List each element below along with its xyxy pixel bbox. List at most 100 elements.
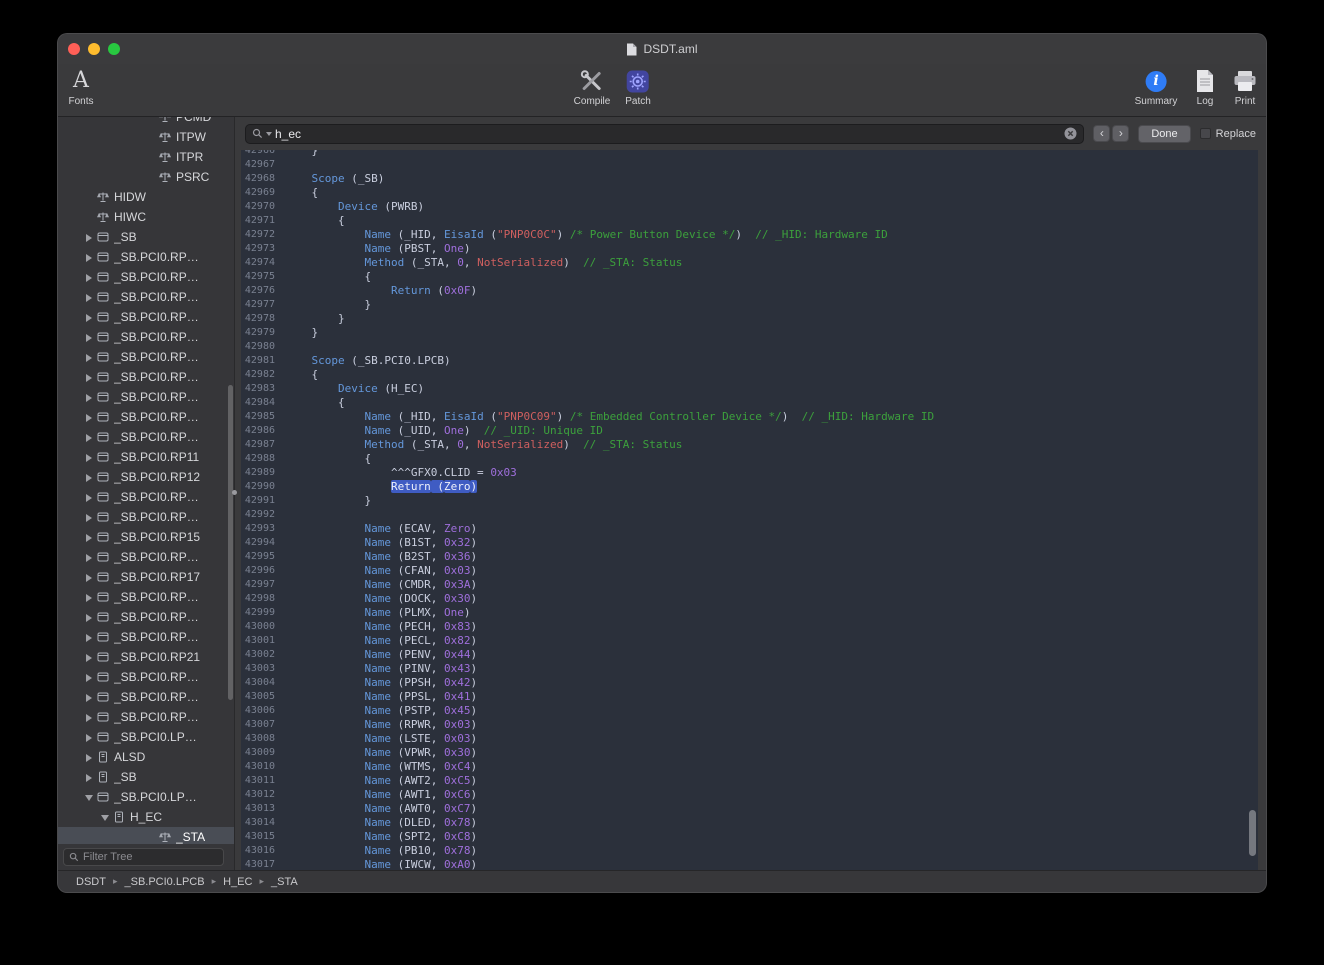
chevron-right-icon[interactable]	[84, 532, 95, 543]
sidebar-item--sb-pci0-rp15[interactable]: _SB.PCI0.RP15	[58, 527, 234, 547]
sidebar-item--sb-pci0-rp-[interactable]: _SB.PCI0.RP…	[58, 507, 234, 527]
code-line-42990[interactable]: 42990 Return (Zero)	[241, 480, 1258, 494]
sidebar-item-hidw[interactable]: HIDW	[58, 187, 234, 207]
pane-splitter[interactable]	[234, 117, 235, 870]
replace-toggle[interactable]: Replace	[1200, 128, 1256, 140]
sidebar-item--sb-pci0-rp-[interactable]: _SB.PCI0.RP…	[58, 687, 234, 707]
code-line-42985[interactable]: 42985 Name (_HID, EisaId ("PNP0C09") /* …	[241, 410, 1258, 424]
code-line-43015[interactable]: 43015 Name (SPT2, 0xC8)	[241, 830, 1258, 844]
sidebar-item--sb-pci0-rp-[interactable]: _SB.PCI0.RP…	[58, 707, 234, 727]
code-line-43005[interactable]: 43005 Name (PPSL, 0x41)	[241, 690, 1258, 704]
code-line-42993[interactable]: 42993 Name (ECAV, Zero)	[241, 522, 1258, 536]
code-line-42980[interactable]: 42980	[241, 340, 1258, 354]
code-line-42972[interactable]: 42972 Name (_HID, EisaId ("PNP0C0C") /* …	[241, 228, 1258, 242]
chevron-right-icon[interactable]	[84, 652, 95, 663]
breadcrumb-item[interactable]: _SB.PCI0.LPCB	[124, 876, 204, 888]
chevron-right-icon[interactable]	[84, 692, 95, 703]
code-line-42987[interactable]: 42987 Method (_STA, 0, NotSerialized) //…	[241, 438, 1258, 452]
code-line-42966[interactable]: 42966 }	[241, 150, 1258, 158]
code-line-43017[interactable]: 43017 Name (IWCW, 0xA0)	[241, 858, 1258, 870]
sidebar-item-pcmd[interactable]: PCMD	[58, 117, 234, 127]
code-line-43000[interactable]: 43000 Name (PECH, 0x83)	[241, 620, 1258, 634]
chevron-down-icon[interactable]	[100, 812, 111, 823]
sidebar-item--sb-pci0-rp-[interactable]: _SB.PCI0.RP…	[58, 367, 234, 387]
breadcrumb-item[interactable]: _STA	[271, 876, 298, 888]
filter-tree-input[interactable]	[83, 851, 218, 863]
code-line-42968[interactable]: 42968 Scope (_SB)	[241, 172, 1258, 186]
close-button[interactable]	[68, 43, 80, 55]
sidebar-item--sb-pci0-rp-[interactable]: _SB.PCI0.RP…	[58, 267, 234, 287]
find-previous-button[interactable]: ‹	[1093, 125, 1110, 142]
chevron-right-icon[interactable]	[84, 332, 95, 343]
code-line-42979[interactable]: 42979 }	[241, 326, 1258, 340]
sidebar-item--sb-pci0-rp12[interactable]: _SB.PCI0.RP12	[58, 467, 234, 487]
print-button[interactable]: Print	[1233, 67, 1257, 107]
editor-scrollbar[interactable]	[1249, 810, 1256, 856]
sidebar-item--sb-pci0-rp-[interactable]: _SB.PCI0.RP…	[58, 407, 234, 427]
code-line-43002[interactable]: 43002 Name (PENV, 0x44)	[241, 648, 1258, 662]
code-line-43009[interactable]: 43009 Name (VPWR, 0x30)	[241, 746, 1258, 760]
chevron-right-icon[interactable]	[84, 292, 95, 303]
chevron-right-icon[interactable]	[84, 672, 95, 683]
chevron-right-icon[interactable]	[84, 752, 95, 763]
code-line-42978[interactable]: 42978 }	[241, 312, 1258, 326]
chevron-right-icon[interactable]	[84, 372, 95, 383]
sidebar-item-psrc[interactable]: PSRC	[58, 167, 234, 187]
code-line-42994[interactable]: 42994 Name (B1ST, 0x32)	[241, 536, 1258, 550]
code-editor[interactable]: 42966 }4296742968 Scope (_SB)42969 {4297…	[241, 150, 1258, 870]
code-line-42975[interactable]: 42975 {	[241, 270, 1258, 284]
sidebar-item-hiwc[interactable]: HIWC	[58, 207, 234, 227]
code-line-42981[interactable]: 42981 Scope (_SB.PCI0.LPCB)	[241, 354, 1258, 368]
chevron-right-icon[interactable]	[84, 392, 95, 403]
breadcrumb-item[interactable]: H_EC	[223, 876, 252, 888]
chevron-right-icon[interactable]	[84, 612, 95, 623]
chevron-right-icon[interactable]	[84, 572, 95, 583]
chevron-right-icon[interactable]	[84, 252, 95, 263]
code-line-42977[interactable]: 42977 }	[241, 298, 1258, 312]
sidebar-item-h-ec[interactable]: H_EC	[58, 807, 234, 827]
code-line-42997[interactable]: 42997 Name (CMDR, 0x3A)	[241, 578, 1258, 592]
code-line-43014[interactable]: 43014 Name (DLED, 0x78)	[241, 816, 1258, 830]
chevron-right-icon[interactable]	[84, 412, 95, 423]
code-line-43006[interactable]: 43006 Name (PSTP, 0x45)	[241, 704, 1258, 718]
code-line-43012[interactable]: 43012 Name (AWT1, 0xC6)	[241, 788, 1258, 802]
code-line-42999[interactable]: 42999 Name (PLMX, One)	[241, 606, 1258, 620]
sidebar-item--sb[interactable]: _SB	[58, 227, 234, 247]
splitter-handle[interactable]	[232, 490, 237, 495]
replace-checkbox[interactable]	[1200, 128, 1211, 139]
sidebar-item--sb-pci0-rp-[interactable]: _SB.PCI0.RP…	[58, 287, 234, 307]
chevron-right-icon[interactable]	[84, 472, 95, 483]
clear-search-icon[interactable]	[1064, 127, 1077, 140]
sidebar-item--sb-pci0-rp-[interactable]: _SB.PCI0.RP…	[58, 627, 234, 647]
sidebar-item--sta[interactable]: _STA	[58, 827, 234, 844]
minimize-button[interactable]	[88, 43, 100, 55]
code-line-42986[interactable]: 42986 Name (_UID, One) // _UID: Unique I…	[241, 424, 1258, 438]
chevron-right-icon[interactable]	[84, 712, 95, 723]
summary-button[interactable]: Summary	[1135, 67, 1178, 107]
sidebar-item--sb-pci0-lp-[interactable]: _SB.PCI0.LP…	[58, 787, 234, 807]
zoom-button[interactable]	[108, 43, 120, 55]
sidebar-item--sb-pci0-rp-[interactable]: _SB.PCI0.RP…	[58, 667, 234, 687]
chevron-right-icon[interactable]	[84, 552, 95, 563]
chevron-right-icon[interactable]	[84, 732, 95, 743]
log-button[interactable]: Log	[1195, 67, 1215, 107]
code-line-43001[interactable]: 43001 Name (PECL, 0x82)	[241, 634, 1258, 648]
chevron-right-icon[interactable]	[84, 272, 95, 283]
sidebar-item--sb-pci0-rp-[interactable]: _SB.PCI0.RP…	[58, 307, 234, 327]
code-line-42982[interactable]: 42982 {	[241, 368, 1258, 382]
code-line-42998[interactable]: 42998 Name (DOCK, 0x30)	[241, 592, 1258, 606]
sidebar-item--sb-pci0-rp-[interactable]: _SB.PCI0.RP…	[58, 427, 234, 447]
sidebar-item--sb-pci0-rp21[interactable]: _SB.PCI0.RP21	[58, 647, 234, 667]
filter-tree-field[interactable]	[63, 848, 224, 866]
chevron-right-icon[interactable]	[84, 772, 95, 783]
done-button[interactable]: Done	[1138, 125, 1190, 143]
sidebar-scrollbar[interactable]	[228, 385, 233, 700]
chevron-right-icon[interactable]	[84, 312, 95, 323]
code-line-43016[interactable]: 43016 Name (PB10, 0x78)	[241, 844, 1258, 858]
sidebar-item--sb-pci0-rp-[interactable]: _SB.PCI0.RP…	[58, 547, 234, 567]
code-line-42992[interactable]: 42992	[241, 508, 1258, 522]
code-line-42969[interactable]: 42969 {	[241, 186, 1258, 200]
sidebar-item--sb[interactable]: _SB	[58, 767, 234, 787]
sidebar-item--sb-pci0-rp11[interactable]: _SB.PCI0.RP11	[58, 447, 234, 467]
code-line-42983[interactable]: 42983 Device (H_EC)	[241, 382, 1258, 396]
